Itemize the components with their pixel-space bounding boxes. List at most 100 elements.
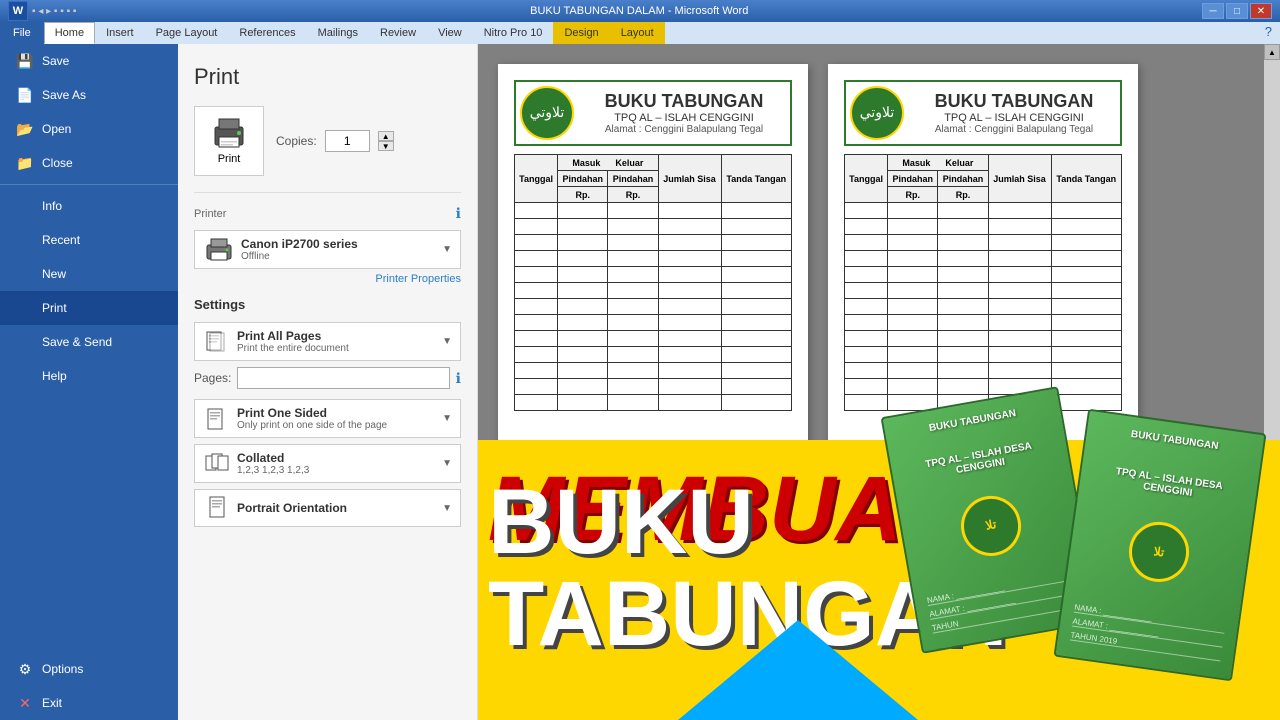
help-icon[interactable]: ? [1265,24,1272,39]
print-button[interactable]: Print [194,106,264,176]
new-icon [16,267,34,281]
printer-info-icon[interactable]: ℹ [456,205,461,222]
menu-options[interactable]: ⚙ Options [0,652,178,686]
buku-subtitle-2: TPQ AL – ISLAH CENGGINI [912,112,1116,124]
pages-info-icon[interactable]: ℹ [456,370,461,387]
buku-address-2: Alamat : Cenggini Balapulang Tegal [912,124,1116,135]
book2-fields: NAMA : ___________ ALAMAT : ___________ … [1069,599,1226,666]
print-all-pages-label: Print All Pages [237,329,450,343]
print-menu-icon [16,301,34,315]
books-overlay: BUKU TABUNGAN TPQ AL – ISLAH DESA CENGGI… [780,350,1280,720]
tab-design[interactable]: Design [553,22,609,44]
collated-arrow: ▼ [442,458,452,469]
table-row [845,267,1122,283]
table-row [845,299,1122,315]
close-button[interactable]: ✕ [1250,3,1272,19]
menu-save-send[interactable]: Save & Send [0,325,178,359]
open-icon: 📂 [16,122,34,136]
doc-page-1: تلاوتي BUKU TABUNGAN TPQ AL – ISLAH CENG… [498,64,808,464]
pages-row: Pages: ℹ [194,367,461,389]
menu-open[interactable]: 📂 Open [0,112,178,146]
col-jumlah-1: Jumlah Sisa [658,155,721,203]
printer-status: Offline [241,251,450,262]
book2-logo: تلا [1125,518,1193,586]
table-row [515,203,792,219]
table-row [515,331,792,347]
copies-label: Copies: [276,134,317,148]
menu-new[interactable]: New [0,257,178,291]
buku-main-title-1: BUKU TABUNGAN [582,91,786,112]
settings-label: Settings [194,297,461,312]
table-row [515,379,792,395]
table-row [845,235,1122,251]
maximize-button[interactable]: □ [1226,3,1248,19]
table-row [515,395,792,411]
col-jumlah-2: Jumlah Sisa [988,155,1051,203]
spinner-down[interactable]: ▼ [378,141,394,151]
tab-home[interactable]: Home [44,22,95,44]
table-row [515,347,792,363]
portrait-setting[interactable]: Portrait Orientation ▼ [194,489,461,527]
tab-review[interactable]: Review [369,22,427,44]
info-icon [16,199,34,213]
buku-logo-1: تلاوتي [520,86,574,140]
table-row [515,315,792,331]
menu-save[interactable]: 💾 Save [0,44,178,78]
one-sided-setting[interactable]: Print One Sided Only print on one side o… [194,399,461,438]
ribbon-tabs: File Home Insert Page Layout References … [0,22,1280,44]
menu-recent[interactable]: Recent [0,223,178,257]
printer-properties-link[interactable]: Printer Properties [194,273,461,285]
menu-info[interactable]: Info [0,189,178,223]
buku-logo-2: تلاوتي [850,86,904,140]
window-controls: ─ □ ✕ [1202,3,1272,19]
printer-selector[interactable]: Canon iP2700 series Offline ▼ [194,230,461,269]
pages-input[interactable] [237,367,449,389]
printer-dropdown-arrow: ▼ [442,244,452,255]
book2-title: BUKU TABUNGAN [1130,429,1219,452]
table-row [515,283,792,299]
col-tanda-1: Tanda Tangan [721,155,792,203]
tab-view[interactable]: View [427,22,473,44]
recent-icon [16,233,34,247]
print-panel: Print Print Copies: ▲ ▼ [178,44,478,720]
print-all-pages-setting[interactable]: Print All Pages Print the entire documen… [194,322,461,361]
tab-insert[interactable]: Insert [95,22,145,44]
menu-save-as[interactable]: 📄 Save As [0,78,178,112]
portrait-text: Portrait Orientation [237,501,450,515]
col-tanda-2: Tanda Tangan [1051,155,1122,203]
book1-subtitle: TPQ AL – ISLAH DESA CENGGINI [903,437,1057,485]
file-menu: 💾 Save 📄 Save As 📂 Open 📁 Close Info Rec… [0,44,178,720]
copies-input[interactable] [325,130,370,152]
tab-nitro[interactable]: Nitro Pro 10 [473,22,554,44]
tab-mailings[interactable]: Mailings [307,22,369,44]
tab-file[interactable]: File [0,22,44,44]
minimize-button[interactable]: ─ [1202,3,1224,19]
copies-row: Copies: ▲ ▼ [276,130,394,152]
table-row [515,267,792,283]
table-row [845,283,1122,299]
col-masuk-keluar-2: Masuk Keluar [888,155,988,171]
menu-exit[interactable]: ✕ Exit [0,686,178,720]
buku-main-title-2: BUKU TABUNGAN [912,91,1116,112]
pages-label: Pages: [194,371,231,385]
tab-layout[interactable]: Layout [610,22,665,44]
menu-help[interactable]: Help [0,359,178,393]
menu-close[interactable]: 📁 Close [0,146,178,180]
save-icon: 💾 [16,54,34,68]
buku-table-1: Tanggal Masuk Keluar Jumlah Sisa Tanda T… [514,154,792,411]
buku-title-area-2: BUKU TABUNGAN TPQ AL – ISLAH CENGGINI Al… [908,87,1120,139]
print-panel-title: Print [194,64,461,90]
title-bar: W ▪ ◂ ▸ ▪ ▪ ▪ ▪ BUKU TABUNGAN DALAM - Mi… [0,0,1280,22]
table-row [845,219,1122,235]
menu-print[interactable]: Print [0,291,178,325]
window-title: BUKU TABUNGAN DALAM - Microsoft Word [76,5,1202,17]
one-sided-arrow: ▼ [442,413,452,424]
tab-page-layout[interactable]: Page Layout [145,22,229,44]
spinner-up[interactable]: ▲ [378,131,394,141]
scroll-up-btn[interactable]: ▲ [1264,44,1280,60]
tab-references[interactable]: References [228,22,306,44]
collated-setting[interactable]: Collated 1,2,3 1,2,3 1,2,3 ▼ [194,444,461,483]
help-menu-icon [16,369,34,383]
table-row [845,315,1122,331]
save-send-icon [16,335,34,349]
